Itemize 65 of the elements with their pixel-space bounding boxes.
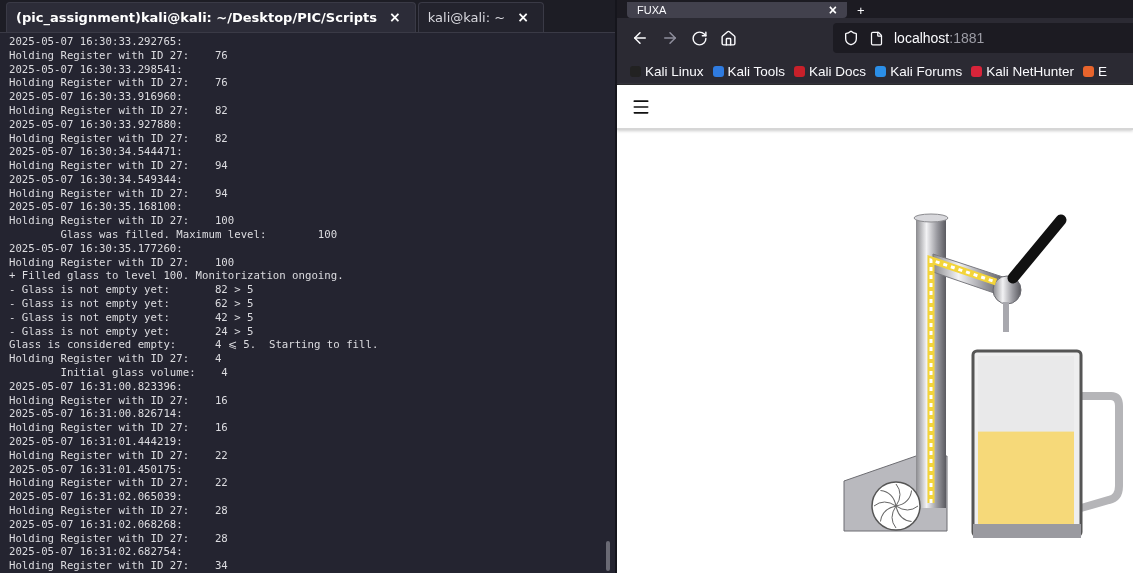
- bookmark-icon: [793, 64, 807, 78]
- terminal-line: Holding Register with ID 27: 82: [9, 103, 229, 118]
- bookmark-link[interactable]: Kali Forums: [874, 63, 963, 79]
- page-icon: [869, 30, 884, 46]
- terminal-line: 2025-05-07 16:30:35.168100:: [9, 200, 184, 215]
- terminal-line: 2025-05-07 16:30:33.292765:: [9, 34, 184, 49]
- terminal-line: Holding Register with ID 27: 34: [9, 559, 229, 573]
- bookmark-link[interactable]: Kali NetHunter: [970, 63, 1074, 79]
- terminal-line: Holding Register with ID 27: 76: [9, 48, 229, 63]
- browser-tab[interactable]: FUXA ×: [627, 2, 847, 18]
- terminal-line: 2025-05-07 16:31:00.823396:: [9, 379, 184, 394]
- terminal-line: + Filled glass to level 100. Monitorization ongoing.: [9, 269, 345, 284]
- terminal-line: - Glass is not empty yet: 42 > 5: [9, 310, 255, 325]
- bookmark-icon: [1081, 64, 1095, 78]
- terminal-line: Holding Register with ID 27: 4: [9, 352, 223, 367]
- terminal-line: Glass was filled. Maximum level: 100: [59, 228, 339, 242]
- terminal-line: 2025-05-07 16:31:02.068268:: [9, 517, 184, 532]
- terminal-tab[interactable]: kali@kali: ~ ×: [417, 2, 544, 32]
- close-icon[interactable]: ×: [389, 9, 401, 26]
- shield-icon[interactable]: [843, 30, 859, 46]
- terminal-line: Holding Register with ID 27: 28: [9, 504, 229, 518]
- bookmark-icon: [711, 64, 725, 78]
- scrollbar-thumb[interactable]: [606, 541, 610, 571]
- terminal-line: - Glass is not empty yet: 62 > 5: [9, 297, 255, 311]
- bookmark-link[interactable]: Kali Linux: [629, 63, 704, 79]
- terminal-line: Holding Register with ID 27: 100: [9, 214, 236, 229]
- terminal-line: Initial glass volume: 4: [59, 366, 229, 380]
- back-icon[interactable]: [631, 29, 649, 47]
- terminal-line: 2025-05-07 16:30:35.177260:: [9, 241, 184, 256]
- terminal-line: Holding Register with ID 27: 100: [9, 255, 236, 270]
- terminal-line: Holding Register with ID 27: 28: [9, 531, 229, 546]
- terminal-line: 2025-05-07 16:30:34.549344:: [9, 172, 184, 187]
- home-icon[interactable]: [720, 29, 737, 47]
- bookmark-link[interactable]: Kali Docs: [793, 63, 867, 79]
- close-icon[interactable]: ×: [828, 2, 837, 18]
- terminal-line: Holding Register with ID 27: 94: [9, 186, 229, 201]
- terminal-line: Holding Register with ID 27: 16: [9, 393, 229, 408]
- terminal-line: 2025-05-07 16:31:02.682754:: [9, 545, 184, 560]
- bookmark-link[interactable]: Kali Tools: [711, 63, 786, 79]
- bookmark-icon: [874, 64, 888, 78]
- terminal-line: Holding Register with ID 27: 94: [9, 159, 229, 173]
- terminal-line: 2025-05-07 16:30:34.544471:: [9, 145, 184, 160]
- terminal-line: 2025-05-07 16:31:01.450175:: [9, 462, 184, 477]
- terminal-line: Holding Register with ID 27: 22: [9, 476, 229, 491]
- terminal-line: 2025-05-07 16:30:33.298541:: [9, 62, 184, 77]
- bookmark-icon: [970, 64, 984, 78]
- new-tab-button[interactable]: +: [857, 4, 865, 18]
- forward-icon[interactable]: [661, 29, 679, 47]
- terminal-line: 2025-05-07 16:30:33.927880:: [9, 117, 184, 132]
- bookmark-link[interactable]: E: [1081, 63, 1107, 79]
- terminal-line: 2025-05-07 16:30:33.916960:: [9, 90, 184, 104]
- terminal-line: Holding Register with ID 27: 76: [9, 76, 229, 91]
- reload-icon[interactable]: [691, 29, 708, 47]
- close-icon[interactable]: ×: [517, 9, 529, 26]
- terminal-tab[interactable]: (pic_assignment)kali@kali: ~/Desktop/PIC/Scripts ×: [6, 2, 416, 32]
- terminal-line: 2025-05-07 16:31:02.065039:: [9, 490, 184, 504]
- terminal-line: 2025-05-07 16:31:00.826714:: [9, 407, 184, 422]
- terminal-line: Glass is considered empty: 4 ⩽ 5. Starting to fill.: [9, 338, 380, 353]
- terminal-line: - Glass is not empty yet: 24 > 5: [9, 324, 255, 339]
- terminal-line: Holding Register with ID 27: 82: [9, 131, 229, 146]
- terminal-line: Holding Register with ID 27: 16: [9, 421, 229, 436]
- terminal-line: - Glass is not empty yet: 82 > 5: [9, 283, 255, 298]
- terminal-line: Holding Register with ID 27: 22: [9, 448, 229, 463]
- terminal-line: 2025-05-07 16:31:01.444219:: [9, 435, 184, 449]
- address-bar[interactable]: localhost:1881: [833, 23, 1133, 53]
